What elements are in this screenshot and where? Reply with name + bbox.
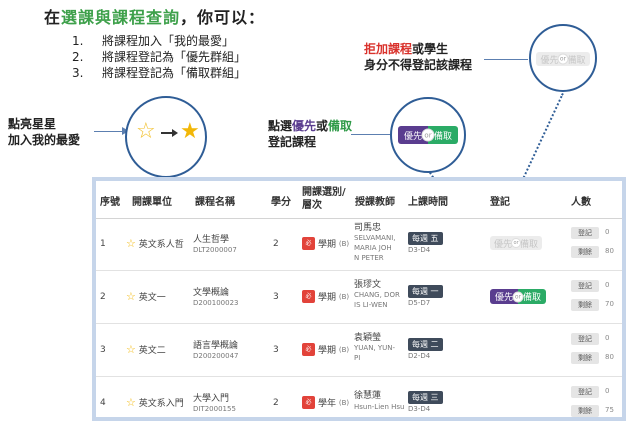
star-outline-icon[interactable]: ☆: [126, 343, 136, 356]
register-count-button[interactable]: 登記: [571, 333, 599, 345]
toggle-knob: or: [557, 53, 569, 65]
callout-favorite: 點亮星星 加入我的最愛: [8, 117, 81, 147]
headline-suffix: ，你可以：: [180, 8, 266, 27]
instruction-item: 1. 將課程加入「我的最愛」: [72, 34, 235, 48]
arrow-head-icon: [172, 129, 178, 137]
row-course: 語言學概論 D200200047: [193, 341, 239, 360]
header-unit: 開課單位: [132, 197, 172, 208]
instruction-list: 1. 將課程加入「我的最愛」 2. 將課程登記為「優先群組」 3. 將課程登記為「備取…: [72, 33, 246, 81]
toggle-knob: or: [511, 238, 521, 248]
row-type: 必學年 (B): [302, 396, 349, 409]
table-row: 3 ☆ 英文二 語言學概論 D200200047 3 必學期 (B) 袁穎瑩 YUA…: [96, 325, 622, 377]
row-time: 每週 三 D3-D4: [408, 391, 443, 415]
register-count: 0: [605, 281, 610, 289]
instruction-item: 2. 將課程登記為「優先群組」: [72, 50, 247, 64]
remaining-count: 80: [605, 353, 614, 361]
register-count: 0: [605, 334, 610, 342]
remaining-button[interactable]: 剩餘: [571, 405, 599, 417]
header-teacher: 授課教師: [355, 197, 395, 208]
remaining-button[interactable]: 剩餘: [571, 246, 599, 258]
header-type: 開課選別/層次: [302, 187, 346, 211]
register-count-button[interactable]: 登記: [571, 386, 599, 398]
remaining-count: 75: [605, 406, 614, 414]
row-course: 大學入門 DIT2000155: [193, 394, 236, 413]
star-filled-icon: ★: [180, 119, 200, 144]
instruction-item: 3. 將課程登記為「備取群組」: [72, 66, 247, 80]
register-count: 0: [605, 228, 610, 236]
header-time: 上課時間: [408, 197, 448, 208]
row-unit: ☆ 英文系入門: [126, 396, 184, 409]
star-outline-icon[interactable]: ☆: [126, 290, 136, 303]
table-row: 1 ☆ 英文系人哲 人生哲學 DLT2000007 2 必學期 (B) 司馬忠 SE…: [96, 219, 622, 271]
register-count-button[interactable]: 登記: [571, 280, 599, 292]
callout-blocked: 拒加課程或學生 身分不得登記該課程: [364, 42, 473, 72]
header-name: 課程名稱: [195, 197, 235, 208]
row-seq: 2: [100, 292, 106, 302]
row-seq: 4: [100, 398, 106, 408]
table-header: 序號 開課單位 課程名稱 學分 開課選別/層次 授課教師 上課時間 登記 人數: [96, 181, 622, 219]
register-count: 0: [605, 387, 610, 395]
course-table: 序號 開課單位 課程名稱 學分 開課選別/層次 授課教師 上課時間 登記 人數 …: [92, 177, 626, 421]
row-teacher: 張璆文 CHANG, DOR IS LI-WEN: [354, 280, 400, 309]
row-course: 人生哲學 DLT2000007: [193, 235, 237, 254]
remaining-count: 70: [605, 300, 614, 308]
row-type: 必學期 (B): [302, 290, 349, 303]
table-row: 2 ☆ 英文一 文學概論 D200100023 3 必學期 (B) 張璆文 CHAN…: [96, 272, 622, 324]
row-teacher: 徐慧蓮 Hsun-Lien Hsu: [354, 391, 405, 411]
register-count-button[interactable]: 登記: [571, 227, 599, 239]
row-type: 必學期 (B): [302, 237, 349, 250]
toggle-knob: or: [421, 128, 435, 142]
row-time: 每週 五 D3-D4: [408, 232, 443, 256]
headline-highlight: 選課與課程查詢: [61, 8, 181, 27]
star-outline-icon[interactable]: ☆: [126, 396, 136, 409]
header-seq: 序號: [100, 197, 120, 208]
row-credits: 3: [273, 345, 279, 355]
callout-connector: [94, 131, 123, 132]
remaining-button[interactable]: 剩餘: [571, 299, 599, 311]
table-row: 4 ☆ 英文系入門 大學入門 DIT2000155 2 必學年 (B) 徐慧蓮 Hs…: [96, 378, 622, 424]
register-toggle[interactable]: 優先 備取 or: [490, 289, 546, 304]
page-headline: 在選課與課程查詢，你可以：: [44, 4, 265, 28]
row-course: 文學概論 D200100023: [193, 288, 239, 307]
toggle-knob: or: [512, 291, 524, 302]
row-unit: ☆ 英文二: [126, 343, 166, 356]
star-outline-icon: ☆: [136, 119, 156, 144]
header-credits: 學分: [271, 197, 291, 208]
row-seq: 3: [100, 345, 106, 355]
register-toggle-example: 優先 備取 or: [398, 126, 458, 144]
row-teacher: 司馬忠 SELVAMANI, MARIA JOH N PETER: [354, 223, 396, 262]
row-unit: ☆ 英文系人哲: [126, 237, 184, 250]
callout-connector: [484, 59, 528, 60]
row-unit: ☆ 英文一: [126, 290, 166, 303]
row-time: 每週 一 D5-D7: [408, 285, 443, 309]
star-outline-icon[interactable]: ☆: [126, 237, 136, 250]
row-credits: 2: [273, 398, 279, 408]
row-credits: 3: [273, 292, 279, 302]
header-people: 人數: [571, 197, 591, 208]
callout-connector: [351, 134, 390, 135]
remaining-button[interactable]: 剩餘: [571, 352, 599, 364]
row-time: 每週 二 D2-D4: [408, 338, 443, 362]
row-seq: 1: [100, 239, 106, 249]
register-toggle-disabled: 優先 備取 or: [490, 236, 542, 250]
row-credits: 2: [273, 239, 279, 249]
row-type: 必學期 (B): [302, 343, 349, 356]
callout-register: 點選優先或備取 登記課程: [268, 119, 353, 149]
disabled-register-toggle: 優先 備取 or: [536, 52, 590, 66]
remaining-count: 80: [605, 247, 614, 255]
header-register: 登記: [490, 197, 510, 208]
row-teacher: 袁穎瑩 YUAN, YUN- PI: [354, 333, 396, 362]
headline-prefix: 在: [44, 8, 62, 27]
